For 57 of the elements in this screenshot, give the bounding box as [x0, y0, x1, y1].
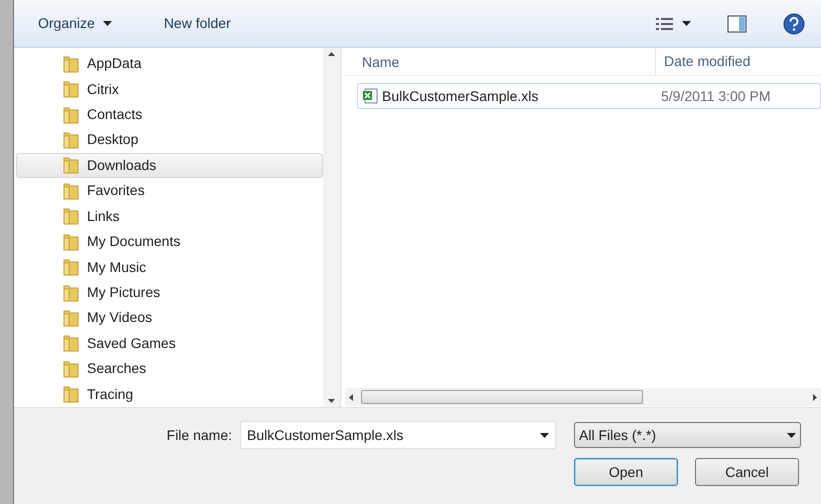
scroll-left-icon: [349, 394, 353, 400]
folder-icon: [63, 284, 79, 302]
open-button[interactable]: Open: [574, 458, 678, 486]
folder-icon: [63, 182, 79, 200]
folder-item[interactable]: Contacts: [16, 102, 323, 128]
folder-icon: [63, 360, 79, 378]
help-button[interactable]: [783, 12, 805, 34]
horizontal-scrollbar[interactable]: [345, 388, 821, 406]
folder-item[interactable]: Saved Games: [16, 330, 323, 356]
file-name-field[interactable]: BulkCustomerSample.xls: [240, 421, 556, 449]
folder-item[interactable]: Citrix: [16, 76, 323, 102]
list-view-icon: [656, 16, 674, 30]
folder-icon: [63, 80, 79, 98]
folder-item[interactable]: My Pictures: [16, 280, 323, 306]
folder-icon: [63, 385, 79, 404]
file-date: 5/9/2011 3:00 PM: [661, 86, 770, 106]
folder-item[interactable]: Tracing: [16, 381, 323, 407]
spreadsheet-icon: [362, 88, 378, 104]
folder-item[interactable]: Searches: [16, 356, 323, 382]
folder-item[interactable]: Desktop: [16, 127, 323, 153]
file-type-dropdown[interactable]: All Files (*.*): [574, 422, 801, 448]
caret-icon: [102, 21, 112, 26]
folder-icon: [63, 258, 79, 276]
vertical-scrollbar[interactable]: [323, 48, 340, 407]
new-folder-button[interactable]: New folder: [156, 13, 239, 34]
date-column-header[interactable]: Date modified: [656, 48, 821, 75]
folder-item[interactable]: Downloads: [16, 152, 323, 178]
view-options-button[interactable]: [656, 16, 691, 30]
folder-icon: [63, 308, 79, 327]
caret-icon: [682, 21, 691, 26]
file-name: BulkCustomerSample.xls: [382, 86, 538, 106]
folder-item[interactable]: Links: [16, 204, 323, 229]
scroll-right-icon: [813, 394, 817, 400]
scroll-up-icon: [328, 52, 335, 56]
folder-icon: [63, 130, 79, 149]
folder-icon: [63, 232, 79, 251]
pane-icon: [727, 14, 747, 32]
preview-pane-button[interactable]: [727, 14, 747, 32]
folder-item[interactable]: My Music: [16, 254, 323, 280]
file-name-label: File name:: [166, 426, 232, 444]
dropdown-caret-icon: [540, 432, 549, 438]
dropdown-caret-icon: [787, 432, 796, 438]
folder-icon: [63, 106, 79, 124]
folder-icon: [63, 156, 79, 174]
folder-icon: [63, 334, 79, 352]
folder-icon: [63, 207, 79, 226]
folder-item[interactable]: My Videos: [16, 305, 323, 331]
file-row[interactable]: BulkCustomerSample.xls 5/9/2011 3:00 PM: [357, 83, 821, 109]
folder-item[interactable]: My Documents: [16, 228, 323, 254]
folder-item[interactable]: Favorites: [16, 178, 323, 204]
cancel-button[interactable]: Cancel: [695, 458, 799, 486]
scroll-thumb[interactable]: [361, 390, 643, 404]
organize-button[interactable]: Organize: [30, 13, 120, 34]
name-column-header[interactable]: Name: [345, 49, 656, 75]
scroll-down-icon: [328, 399, 335, 403]
folder-item[interactable]: AppData: [16, 51, 323, 76]
folder-icon: [63, 54, 79, 73]
